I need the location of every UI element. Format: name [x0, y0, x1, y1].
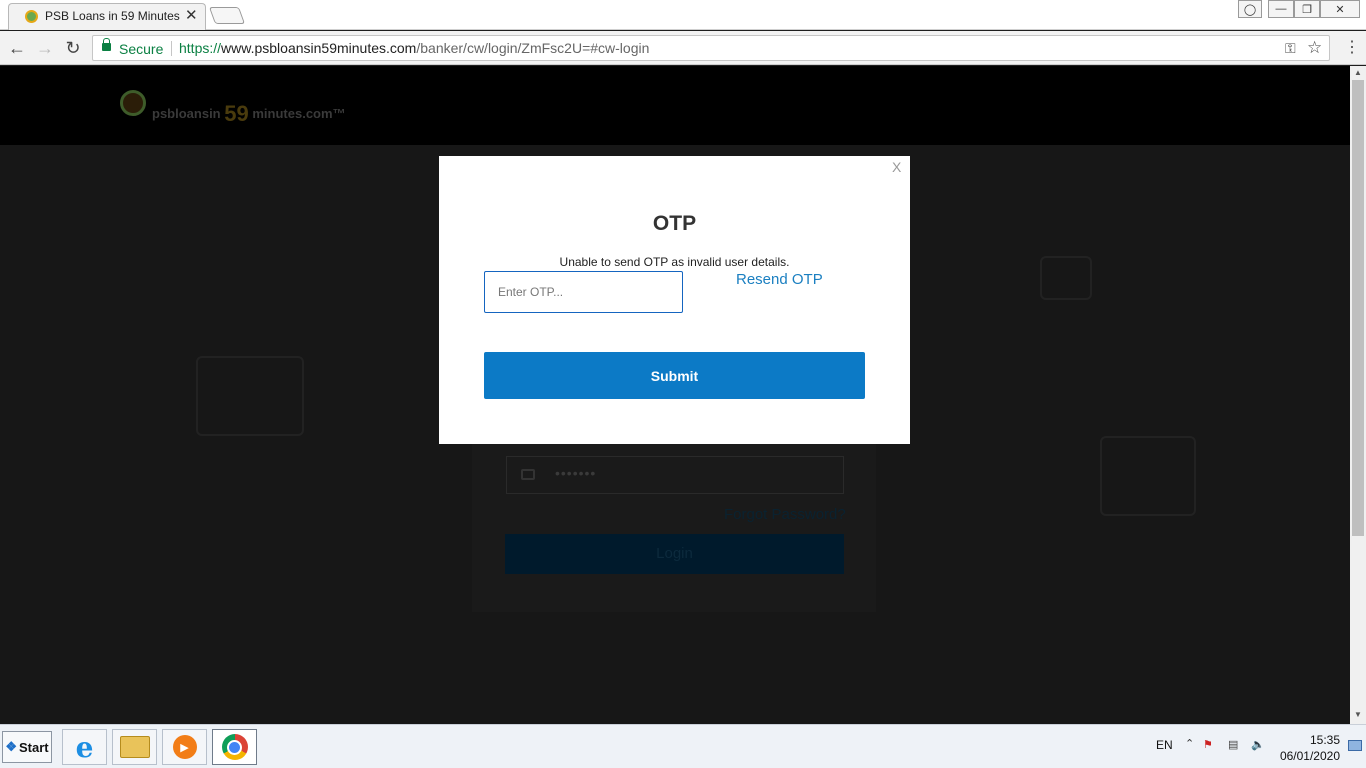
url-text[interactable]: https://www.psbloansin59minutes.com/bank… — [179, 40, 649, 56]
profile-icon[interactable]: ◯ — [1238, 0, 1262, 18]
url-host: www.psbloansin59minutes.com — [221, 40, 417, 56]
site-header: psbloansin 59 minutes.com™ — [0, 66, 1350, 145]
modal-close-button[interactable]: X — [892, 159, 901, 175]
background-illustration — [1100, 436, 1196, 516]
taskbar-explorer-button[interactable] — [112, 729, 157, 765]
scroll-down-arrow-icon[interactable]: ▼ — [1354, 710, 1362, 719]
logo-text-number: 59 — [224, 101, 249, 126]
network-icon[interactable]: ▤ — [1228, 738, 1243, 752]
start-button[interactable]: ❖ Start — [2, 731, 52, 763]
submit-button[interactable]: Submit — [484, 352, 865, 399]
background-illustration — [1040, 256, 1092, 300]
chrome-icon — [221, 734, 248, 760]
lock-icon — [102, 38, 111, 51]
logo-text-prefix: psbloansin — [152, 106, 221, 121]
tray-expand-icon[interactable]: ⌃ — [1185, 737, 1194, 750]
volume-icon[interactable]: 🔈 — [1251, 738, 1266, 752]
window-close-button[interactable]: ✕ — [1320, 0, 1360, 18]
bookmark-star-icon[interactable]: ☆ — [1307, 38, 1322, 58]
new-tab-button[interactable] — [208, 7, 246, 24]
otp-input[interactable] — [484, 271, 683, 313]
minimize-button[interactable]: — — [1268, 0, 1294, 18]
action-center-flag-icon[interactable]: ⚑ — [1203, 738, 1218, 752]
taskbar-media-button[interactable]: ▶ — [162, 729, 207, 765]
show-desktop-icon[interactable] — [1348, 740, 1362, 751]
url-path: /banker/cw/login/ZmFsc2U=#cw-login — [416, 40, 650, 56]
password-field[interactable]: ••••••• — [506, 456, 844, 494]
forgot-password-link[interactable]: Forgot Password? — [724, 506, 846, 523]
file-explorer-icon — [119, 736, 150, 758]
tab-title: PSB Loans in 59 Minutes — [45, 9, 180, 23]
key-icon[interactable]: ⚿ — [1285, 40, 1296, 57]
password-lock-icon — [521, 469, 535, 480]
browser-tabstrip: PSB Loans in 59 Minutes ✕ ◯ — ❐ ✕ — [0, 0, 1366, 30]
otp-modal: X OTP Unable to send OTP as invalid user… — [439, 156, 910, 444]
browser-menu-icon[interactable]: ⋮ — [1344, 38, 1360, 58]
internet-explorer-icon: e — [75, 730, 94, 764]
background-illustration — [196, 356, 304, 436]
site-logo-icon — [120, 90, 146, 116]
otp-error-message: Unable to send OTP as invalid user detai… — [559, 255, 790, 269]
windows-taskbar: ❖ Start e ▶ EN ⌃ ⚑ ▤ 🔈 15:35 06/01/2020 — [0, 724, 1366, 768]
browser-tab[interactable]: PSB Loans in 59 Minutes ✕ — [8, 3, 206, 30]
scroll-up-arrow-icon[interactable]: ▲ — [1354, 68, 1362, 77]
modal-title: OTP — [652, 212, 697, 235]
clock-time: 15:35 — [1309, 733, 1340, 747]
omnibox-divider — [171, 41, 172, 56]
browser-toolbar: ← → ↻ Secure https://www.psbloansin59min… — [0, 31, 1366, 65]
logo-text-suffix: minutes.com™ — [252, 106, 346, 121]
page-scrollbar[interactable]: ▲ ▼ — [1350, 66, 1366, 724]
site-favicon-icon — [25, 10, 38, 23]
media-player-icon: ▶ — [172, 735, 197, 759]
password-value: ••••••• — [555, 465, 597, 481]
system-clock[interactable]: 15:35 06/01/2020 — [1276, 732, 1340, 764]
login-button[interactable]: Login — [505, 534, 844, 574]
resend-otp-link[interactable]: Resend OTP — [736, 271, 823, 288]
back-arrow-icon[interactable]: ← — [6, 37, 28, 59]
scroll-thumb[interactable] — [1352, 80, 1364, 536]
taskbar-chrome-button[interactable] — [212, 729, 257, 765]
start-label: Start — [19, 739, 49, 755]
language-indicator[interactable]: EN — [1156, 738, 1173, 752]
clock-date: 06/01/2020 — [1279, 749, 1340, 763]
taskbar-ie-button[interactable]: e — [62, 729, 107, 765]
tab-close-icon[interactable]: ✕ — [185, 7, 198, 25]
site-logo[interactable]: psbloansin 59 minutes.com™ — [152, 98, 346, 126]
windows-logo-icon: ❖ — [5, 739, 18, 754]
address-bar[interactable]: Secure https://www.psbloansin59minutes.c… — [92, 35, 1330, 61]
url-scheme: https:// — [179, 40, 222, 56]
forward-arrow-icon[interactable]: → — [34, 37, 56, 59]
reload-icon[interactable]: ↻ — [62, 37, 84, 59]
restore-button[interactable]: ❐ — [1294, 0, 1320, 18]
secure-label: Secure — [119, 41, 164, 57]
